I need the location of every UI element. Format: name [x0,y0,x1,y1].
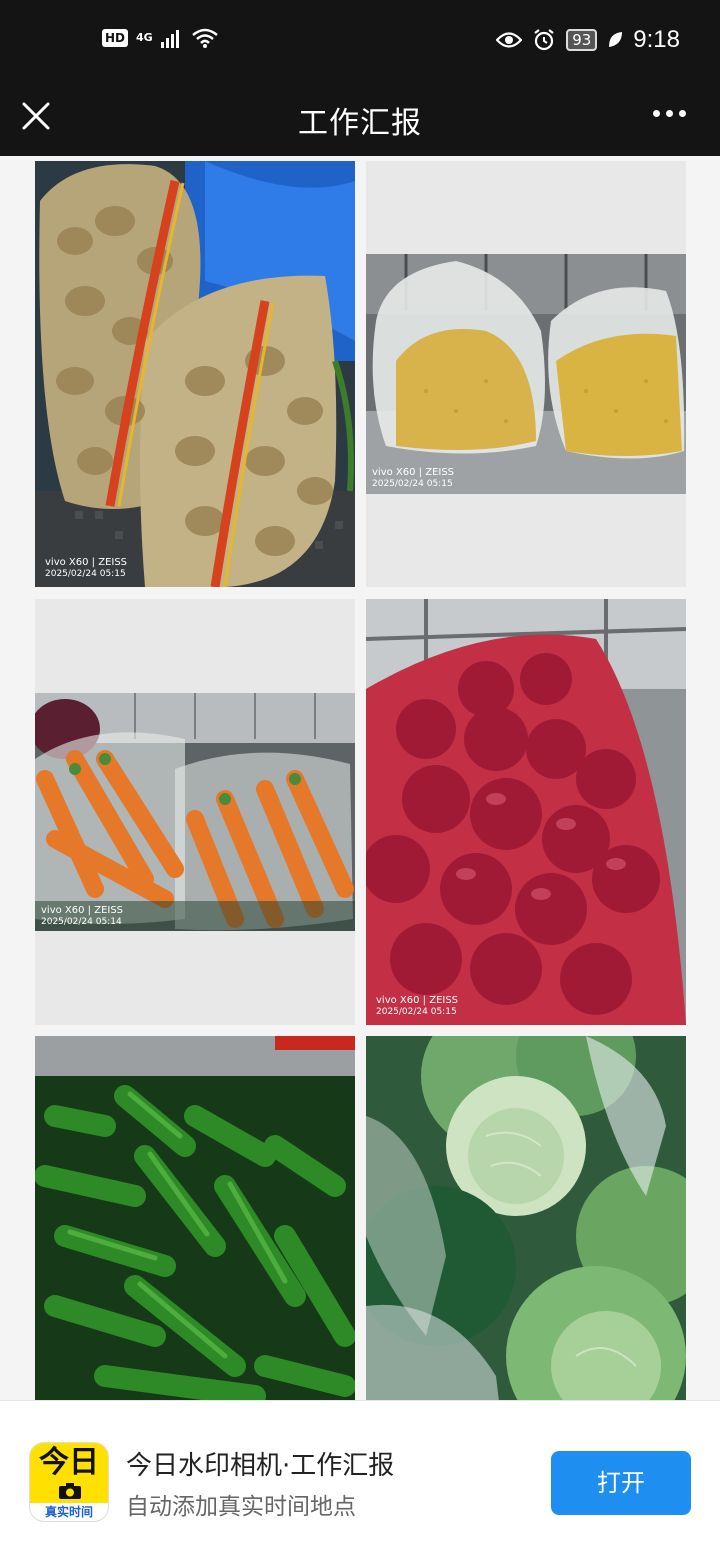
app-subtitle: 自动添加真实时间地点 [126,1494,356,1520]
watermark-time: 2025/02/24 05:15 [376,1007,457,1017]
alarm-icon [534,29,554,51]
app-download-banner[interactable]: 今日 真实时间 今日水印相机·工作汇报 自动添加真实时间地点 打开 [0,1400,720,1561]
photo-green-peppers[interactable] [35,1036,355,1400]
photo-corn[interactable]: vivo X60 | ZEISS 2025/02/24 05:15 [366,161,686,587]
network-type: 4G [136,31,153,44]
logo-text-bottom: 真实时间 [30,1503,108,1521]
watermark-time: 2025/02/24 05:15 [372,479,453,489]
eye-icon [496,32,523,48]
photo-onions[interactable]: vivo X60 | ZEISS 2025/02/24 05:15 [366,599,686,1025]
hd-badge: HD [102,29,129,47]
photo-watermark: vivo X60 | ZEISS 2025/02/24 05:15 [376,995,458,1018]
photo-watermark: vivo X60 | ZEISS 2025/02/24 05:15 [45,557,127,580]
watermark-time: 2025/02/24 05:15 [45,569,126,579]
app-logo[interactable]: 今日 真实时间 [30,1443,108,1521]
photo-watermark: vivo X60 | ZEISS 2025/02/24 05:14 [41,905,123,928]
watermark-brand: vivo X60 | ZEISS [372,467,455,478]
battery-indicator: 93 [566,29,598,51]
clock: 9:18 [633,26,680,53]
status-bar: HD 4G 93 9:18 [0,0,720,84]
watermark-brand: vivo X60 | ZEISS [41,905,124,916]
wifi-icon [191,28,218,48]
watermark-time: 2025/02/24 05:14 [41,917,122,927]
photo-cabbages[interactable] [366,1036,686,1400]
photo-carrots[interactable]: vivo X60 | ZEISS 2025/02/24 05:14 [35,599,355,1025]
watermark-brand: vivo X60 | ZEISS [45,557,128,568]
camera-icon [59,1483,81,1499]
page-title: 工作汇报 [298,106,422,141]
status-right: 93 9:18 [496,26,680,54]
nav-bar: 工作汇报 [0,84,720,156]
open-app-button[interactable]: 打开 [551,1451,691,1515]
app-name: 今日水印相机·工作汇报 [126,1451,395,1481]
more-icon[interactable] [653,110,686,117]
leaf-icon [609,32,623,47]
status-left: HD 4G [102,28,219,48]
photo-watermark: vivo X60 | ZEISS 2025/02/24 05:15 [372,467,454,490]
watermark-brand: vivo X60 | ZEISS [376,995,459,1006]
photo-feed[interactable]: vivo X60 | ZEISS 2025/02/24 05:15 vivo X… [0,156,720,1400]
signal-icon [160,30,179,48]
logo-text-top: 今日 [39,1445,99,1480]
photo-potatoes[interactable]: vivo X60 | ZEISS 2025/02/24 05:15 [35,161,355,587]
